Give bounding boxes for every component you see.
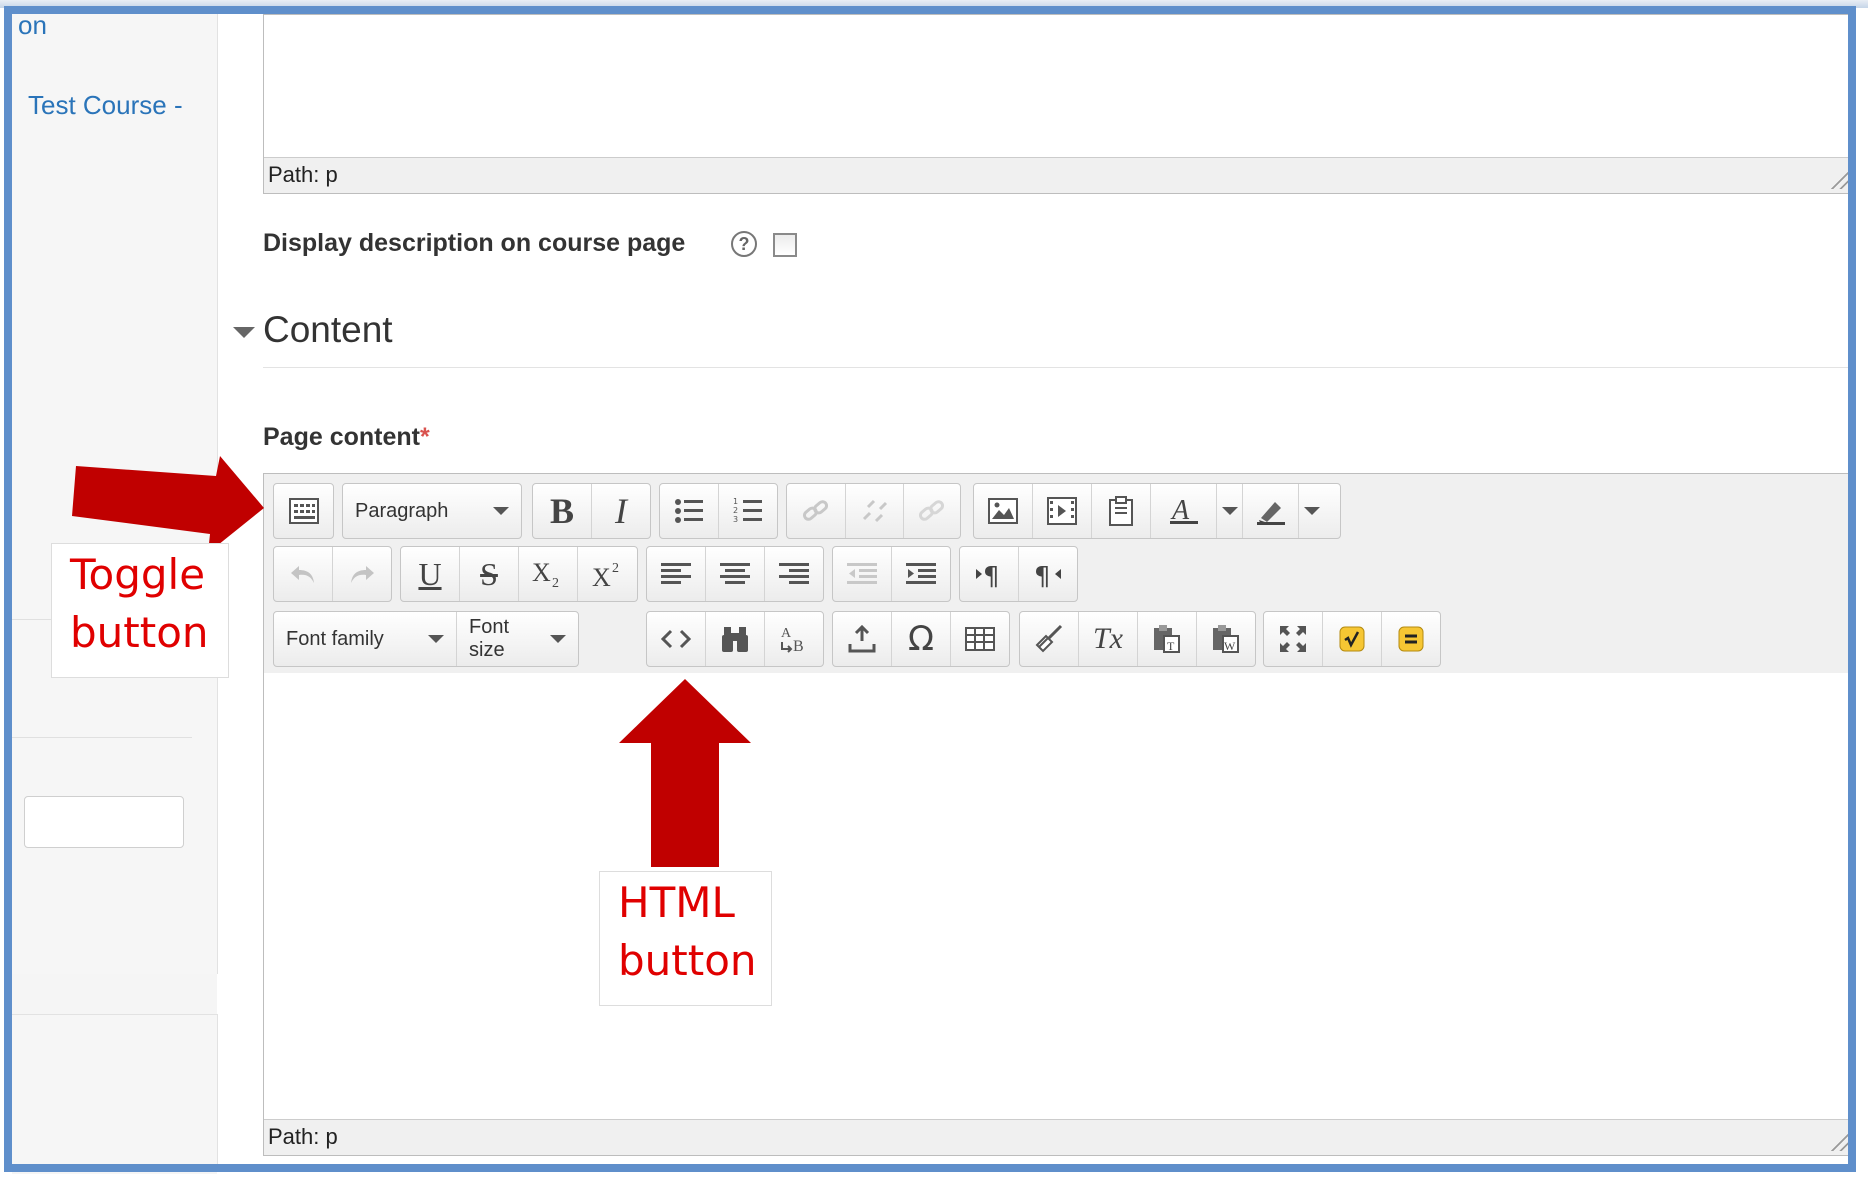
screenshot-border — [4, 6, 1856, 1172]
screenshot-frame: on Test Course - Path: p Display descrip… — [0, 0, 1868, 1182]
